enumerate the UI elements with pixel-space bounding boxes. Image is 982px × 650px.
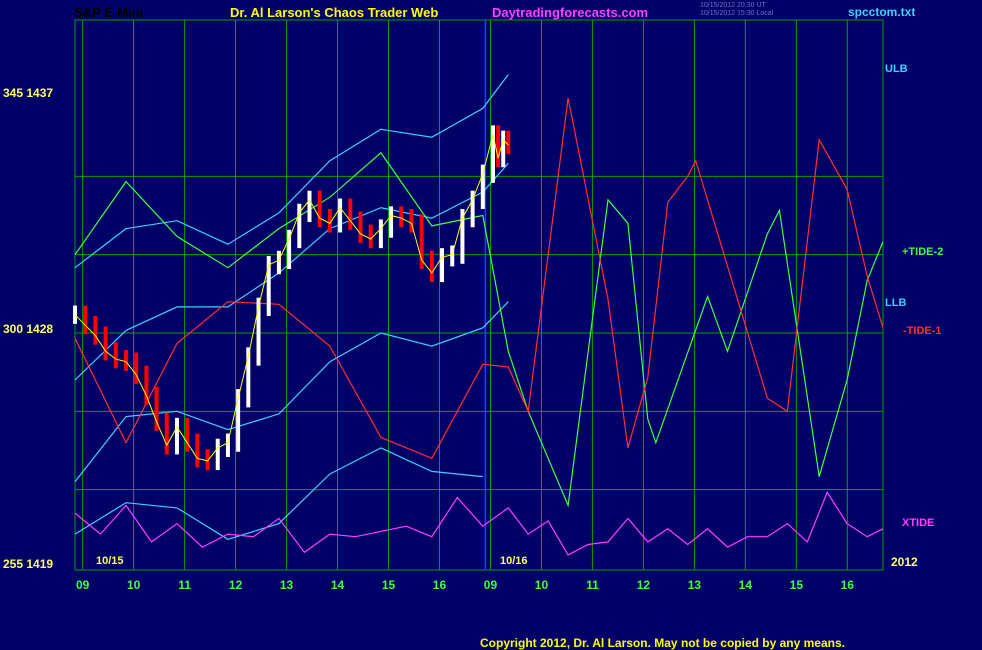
copyright-notice: Copyright 2012, Dr. Al Larson. May not b… [480, 636, 845, 650]
chart-grid [74, 19, 884, 571]
series-line [74, 301, 509, 483]
x-tick-label: 14 [739, 578, 753, 592]
series-line [74, 490, 884, 556]
label-llb: LLB [885, 297, 907, 309]
x-tick-label: 15 [382, 578, 396, 592]
chart: 09 10 11 12 13 14 15 16 09 10 11 12 13 14 15 16 [73, 19, 884, 592]
x-tick-label: 14 [331, 578, 345, 592]
symbol-title: S&P E-Mini [74, 5, 144, 20]
y-tick-1428: 300 1428 [3, 322, 54, 336]
x-tick-label: 11 [178, 578, 191, 592]
series-line [74, 447, 483, 540]
x-tick-label: 16 [433, 578, 447, 592]
series-line [74, 74, 509, 269]
price-close-line [74, 134, 509, 462]
date-label-day1: 10/15 [96, 555, 124, 567]
x-tick-label: 13 [280, 578, 294, 592]
data-file-name: spcctom.txt [848, 5, 916, 19]
x-tick-labels: 09 10 11 12 13 14 15 16 09 10 11 12 13 14 15 16 [76, 578, 854, 592]
timestamp-ut: 10/15/2012 20:30 UT [700, 2, 766, 9]
x-tick-label: 13 [688, 578, 702, 592]
x-tick-label: 09 [484, 578, 498, 592]
label-xtide: XTIDE [902, 517, 935, 529]
x-tick-label: 15 [790, 578, 804, 592]
x-tick-label: 10 [127, 578, 141, 592]
chart-series [74, 74, 884, 556]
timestamp: 10/15/2012 20:30 UT 10/15/2012 15:30 Loc… [700, 2, 773, 18]
y-tick-1419: 255 1419 [3, 557, 54, 571]
series-line [74, 97, 884, 460]
label-year: 2012 [891, 555, 918, 569]
x-tick-label: 09 [76, 578, 90, 592]
x-tick-label: 12 [229, 578, 243, 592]
price-bars [73, 125, 511, 471]
x-tick-label: 11 [586, 578, 599, 592]
plot-frame [74, 19, 884, 571]
y-tick-1437: 345 1437 [3, 86, 54, 100]
author-title: Dr. Al Larson's Chaos Trader Web [230, 5, 439, 20]
site-link[interactable]: Daytradingforecasts.com [492, 5, 648, 20]
x-tick-label: 12 [637, 578, 651, 592]
x-tick-label: 16 [841, 578, 855, 592]
timestamp-local: 10/15/2012 15:30 Local [700, 10, 774, 17]
date-label-day2: 10/16 [500, 555, 528, 567]
label-ulb: ULB [885, 63, 908, 75]
x-tick-label: 10 [535, 578, 549, 592]
label-tide2: +TIDE-2 [902, 246, 944, 258]
label-tide1: -TIDE-1 [903, 325, 942, 337]
